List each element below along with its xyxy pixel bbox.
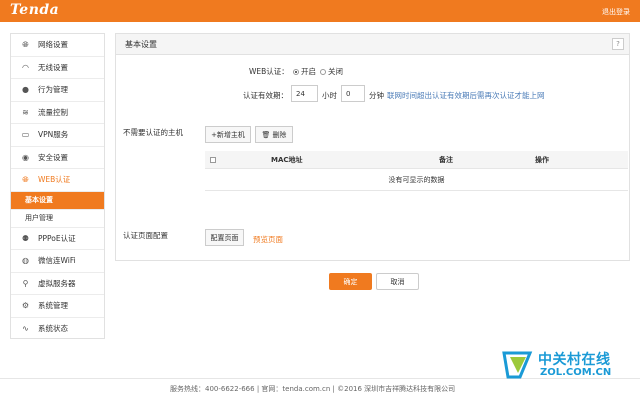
- zol-logo-icon: [502, 351, 533, 379]
- wechat-icon: ◍: [22, 256, 29, 266]
- watermark-cn: 中关村在线: [538, 352, 611, 368]
- sidebar-item-label: 虚拟服务器: [38, 278, 76, 288]
- auth-page-config-label: 认证页面配置: [123, 231, 168, 240]
- hours-unit: 小时: [322, 91, 337, 100]
- sidebar-item-label: 网络设置: [38, 40, 68, 50]
- sidebar-item-label: VPN服务: [38, 130, 69, 140]
- sidebar-item-wechat-wifi[interactable]: ◍ 微信连WiFi: [11, 250, 104, 273]
- panel-title: 基本设置: [116, 34, 629, 55]
- group-icon: ⚉: [21, 233, 30, 243]
- shield-icon: ◉: [22, 152, 29, 162]
- top-bar: Tenda 退出登录: [0, 0, 640, 22]
- sidebar-item-vpn[interactable]: ▭ VPN服务: [11, 124, 104, 147]
- add-host-button[interactable]: +新增主机: [205, 126, 251, 143]
- column-header-remark: 备注: [439, 156, 453, 164]
- validity-label: 认证有效期：: [243, 91, 288, 100]
- config-page-button[interactable]: 配置页面: [205, 229, 244, 246]
- ok-button[interactable]: 确定: [329, 273, 372, 290]
- minutes-unit: 分钟: [369, 91, 384, 100]
- cancel-button[interactable]: 取消: [376, 273, 419, 290]
- sidebar-item-label: 系统状态: [38, 324, 68, 334]
- exempt-hosts-label: 不需要认证的主机: [123, 128, 183, 137]
- sidebar-item-label: WEB认证: [38, 175, 71, 185]
- sidebar-subitem-user-management[interactable]: 用户管理: [11, 210, 104, 228]
- zol-watermark: 中关村在线 ZOL.COM.CN: [500, 347, 640, 381]
- wifi-icon: ◠: [22, 62, 29, 72]
- sidebar-item-label: 行为管理: [38, 85, 68, 95]
- preview-page-link[interactable]: 预览页面: [253, 234, 283, 245]
- delete-label: 删除: [272, 130, 287, 139]
- sidebar-item-traffic[interactable]: ≋ 流量控制: [11, 102, 104, 124]
- footer-text: 服务热线：400-6622-666 | 官网：tenda.com.cn | ©2…: [170, 385, 456, 393]
- delete-button[interactable]: 🗑︎ 删除: [255, 126, 293, 143]
- user-icon: ●: [22, 85, 29, 95]
- sidebar-subitem-basic-settings[interactable]: 基本设置: [11, 191, 104, 210]
- web-auth-on-radio[interactable]: 开启: [293, 66, 316, 77]
- gear-icon: ⚙: [21, 301, 30, 311]
- sidebar-item-behavior[interactable]: ● 行为管理: [11, 79, 104, 102]
- monitor-icon: ▭: [21, 130, 30, 140]
- web-auth-label: WEB认证：: [249, 67, 289, 76]
- web-auth-off-label: 关闭: [328, 67, 343, 76]
- sidebar-item-label: 安全设置: [38, 152, 68, 162]
- radio-unselected-icon: [320, 69, 326, 75]
- sidebar-item-wireless[interactable]: ◠ 无线设置: [11, 57, 104, 79]
- table-empty-message: 没有可显示的数据: [205, 169, 628, 191]
- watermark-en: ZOL.COM.CN: [540, 367, 612, 378]
- help-button[interactable]: ?: [612, 38, 624, 50]
- logout-link[interactable]: 退出登录: [602, 7, 630, 17]
- select-all-checkbox[interactable]: [210, 157, 216, 163]
- settings-panel: 基本设置 ?: [115, 33, 630, 261]
- sidebar-item-virtual-server[interactable]: ⚲ 虚拟服务器: [11, 273, 104, 295]
- sidebar-item-security[interactable]: ◉ 安全设置: [11, 147, 104, 169]
- globe-icon: 🌐︎: [22, 39, 29, 49]
- sidebar-item-pppoe[interactable]: ⚉ PPPoE认证: [11, 228, 104, 250]
- minutes-input[interactable]: 0: [341, 85, 365, 102]
- globe-icon: 🌐︎: [22, 174, 29, 184]
- sidebar-item-system-management[interactable]: ⚙ 系统管理: [11, 295, 104, 318]
- web-auth-off-radio[interactable]: 关闭: [320, 66, 343, 77]
- web-auth-on-label: 开启: [301, 67, 316, 76]
- hosts-table-header: [205, 151, 628, 169]
- hours-input[interactable]: 24: [291, 85, 318, 102]
- pulse-icon: ∿: [22, 324, 29, 334]
- sidebar-item-network[interactable]: 🌐︎ 网络设置: [11, 34, 104, 57]
- sidebar-item-label: 微信连WiFi: [38, 256, 76, 266]
- sidebar-item-web-auth[interactable]: 🌐︎ WEB认证: [11, 169, 104, 192]
- sidebar-item-label: PPPoE认证: [38, 233, 76, 243]
- sidebar: 🌐︎ 网络设置 ◠ 无线设置 ● 行为管理 ≋ 流量控制 ▭ VPN服务 ◉ 安…: [10, 33, 105, 339]
- column-header-actions: 操作: [535, 156, 549, 164]
- tenda-logo: Tenda: [10, 2, 60, 18]
- sidebar-item-label: 系统管理: [38, 301, 68, 311]
- sidebar-item-label: 无线设置: [38, 62, 68, 72]
- radio-selected-icon: [293, 69, 299, 75]
- column-header-mac: MAC地址: [271, 156, 303, 164]
- trash-icon: 🗑︎: [261, 130, 271, 139]
- traffic-icon: ≋: [22, 107, 29, 117]
- sidebar-item-system-status[interactable]: ∿ 系统状态: [11, 318, 104, 341]
- server-icon: ⚲: [22, 278, 29, 288]
- sidebar-item-label: 流量控制: [38, 107, 68, 117]
- validity-note: 联网时间超出认证有效期后需再次认证才能上网: [387, 91, 545, 100]
